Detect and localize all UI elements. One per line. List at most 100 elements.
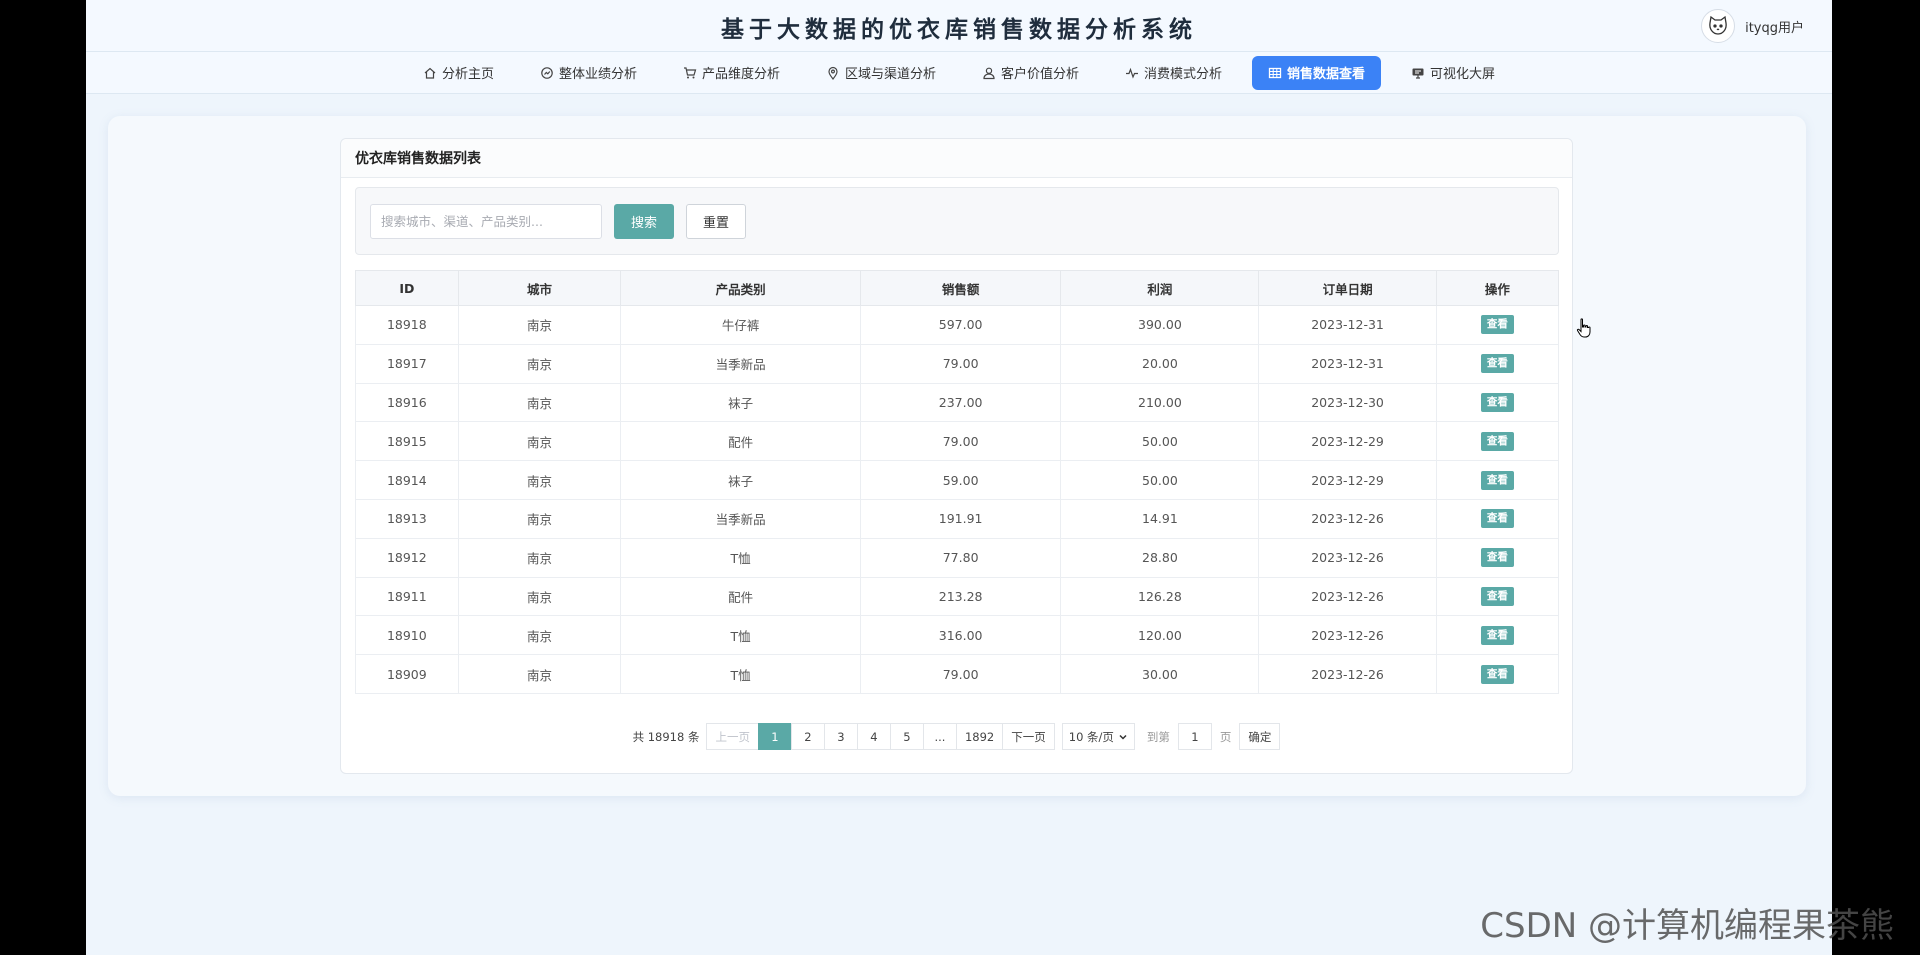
table-cell: 南京 [457,654,622,694]
table-cell: 2023-12-31 [1258,305,1437,345]
table-cell: 18917 [355,343,459,384]
view-button[interactable]: 查看 [1480,354,1514,374]
nav-item-1[interactable]: 整体业绩分析 [524,56,653,90]
view-button[interactable]: 查看 [1480,431,1514,451]
action-cell: 查看 [1435,537,1560,578]
table-cell: 南京 [457,382,622,423]
table-cell: 2023-12-26 [1258,537,1437,578]
table-cell: 18915 [355,421,459,462]
search-input[interactable] [370,203,602,239]
screen-icon [1412,68,1424,79]
user-menu[interactable]: ityqg用户 [1701,9,1804,43]
hand-cursor-icon [1576,318,1591,338]
nav-item-label: 区域与渠道分析 [844,67,936,82]
table-cell: 191.91 [859,498,1062,539]
page-ellipsis[interactable]: ... [922,723,957,750]
table-cell: 18918 [355,305,459,345]
table-body: 18918 南京 牛仔裤 597.00 390.00 2023-12-31 查看 18917 南… [355,305,1560,694]
location-icon [828,66,838,80]
action-cell: 查看 [1435,421,1560,462]
table-cell: 126.28 [1060,576,1260,617]
filter-bar: 搜索 重置 [355,187,1559,255]
page-size-value: 10 条/页 [1068,729,1114,744]
page-size-select[interactable]: 10 条/页 [1061,723,1135,750]
table-cell: 2023-12-26 [1258,615,1437,656]
table-cell: 18913 [355,498,459,539]
table-row: 18915 南京 配件 79.00 50.00 2023-12-29 查看 [355,421,1560,462]
nav-item-2[interactable]: 产品维度分析 [667,56,796,90]
table-cell: 316.00 [859,615,1062,656]
table-row: 18909 南京 T恤 79.00 30.00 2023-12-26 查看 [355,654,1560,694]
page-button[interactable]: 4 [856,723,891,750]
table-cell: 2023-12-31 [1258,343,1437,384]
table-cell: 2023-12-26 [1258,576,1437,617]
view-button[interactable]: 查看 [1480,315,1514,335]
table-cell: 20.00 [1060,343,1260,384]
table-cell: 18911 [355,576,459,617]
action-cell: 查看 [1435,382,1560,423]
view-button[interactable]: 查看 [1480,625,1514,645]
table-row: 18913 南京 当季新品 191.91 14.91 2023-12-26 查看 [355,498,1560,539]
page-button[interactable]: 5 [889,723,924,750]
nav-item-label: 销售数据查看 [1287,67,1366,82]
view-button[interactable]: 查看 [1480,470,1514,490]
nav-item-4[interactable]: 客户价值分析 [966,56,1095,90]
view-button[interactable]: 查看 [1480,392,1514,412]
table-cell: 18912 [355,537,459,578]
table-row: 18916 南京 袜子 237.00 210.00 2023-12-30 查看 [355,382,1560,423]
table-cell: 南京 [457,421,622,462]
action-cell: 查看 [1435,576,1560,617]
action-cell: 查看 [1435,343,1560,384]
nav-item-label: 消费模式分析 [1144,67,1223,82]
username[interactable]: ityqg用户 [1745,17,1804,36]
goto-page-input[interactable]: 1 [1177,723,1212,750]
goto-confirm-button[interactable]: 确定 [1239,723,1281,750]
column-header: 操作 [1435,270,1560,306]
action-cell: 查看 [1435,615,1560,656]
table-cell: 210.00 [1060,382,1260,423]
nav-item-label: 分析主页 [441,67,494,82]
nav-item-3[interactable]: 区域与渠道分析 [810,56,952,90]
sales-list-card: 优衣库销售数据列表 搜索 重置 ID城市产品类别销售额利润订单日期操作 1891… [340,138,1573,774]
cart-icon [683,66,697,78]
page-button[interactable]: 1892 [955,723,1004,750]
view-button[interactable]: 查看 [1480,586,1514,606]
goto-unit: 页 [1219,729,1232,744]
page-button[interactable]: 3 [823,723,858,750]
table-header-row: ID 城市 产品类别 销售额 利润 订单日期 操作 [355,270,1560,306]
view-button[interactable]: 查看 [1480,548,1514,568]
search-button[interactable]: 搜索 [614,203,674,239]
table-cell: 南京 [457,305,622,345]
total-count: 共 18918 条 [632,729,700,744]
table-row: 18917 南京 当季新品 79.00 20.00 2023-12-31 查看 [355,343,1560,384]
top-nav: 分析主页 整体业绩分析 产品维度分析 区域与渠道分析 客户价值分析 消费模式分析 销售数据查… [86,52,1832,94]
table-cell: 南京 [457,343,622,384]
card-title: 优衣库销售数据列表 [341,139,1572,178]
next-page-button[interactable]: 下一页 [1002,723,1055,750]
header: 基于大数据的优衣库销售数据分析系统 ityqg用户 [86,0,1832,52]
nav-item-6[interactable]: 销售数据查看 [1252,55,1382,90]
column-header: 城市 [457,270,622,306]
action-cell: 查看 [1435,498,1560,539]
table-cell: 2023-12-26 [1258,654,1437,694]
reset-button[interactable]: 重置 [686,203,746,239]
nav-item-7[interactable]: 可视化大屏 [1395,56,1511,90]
column-header: 销售额 [859,270,1062,306]
view-button[interactable]: 查看 [1480,509,1514,529]
page-button[interactable]: 2 [790,723,825,750]
avatar[interactable] [1701,9,1736,43]
view-button[interactable]: 查看 [1480,664,1514,684]
sales-table: ID 城市 产品类别 销售额 利润 订单日期 操作 18918 南京 牛仔裤 597.00 390.… [355,270,1560,694]
column-header: 订单日期 [1258,270,1437,306]
page-button[interactable]: 1 [757,723,792,750]
app-window: 基于大数据的优衣库销售数据分析系统 ityqg用户 分析主页 整体业绩分析 产品维度… [86,0,1832,955]
table-cell: 237.00 [859,382,1062,423]
nav-item-0[interactable]: 分析主页 [407,56,510,90]
table-row: 18911 南京 配件 213.28 126.28 2023-12-26 查看 [355,576,1560,617]
table-cell: 配件 [620,576,861,617]
table-cell: 30.00 [1060,654,1260,694]
chevron-down-icon [1119,734,1127,740]
prev-page-button[interactable]: 上一页 [706,723,759,750]
table-row: 18914 南京 袜子 59.00 50.00 2023-12-29 查看 [355,460,1560,500]
nav-item-5[interactable]: 消费模式分析 [1109,56,1238,90]
